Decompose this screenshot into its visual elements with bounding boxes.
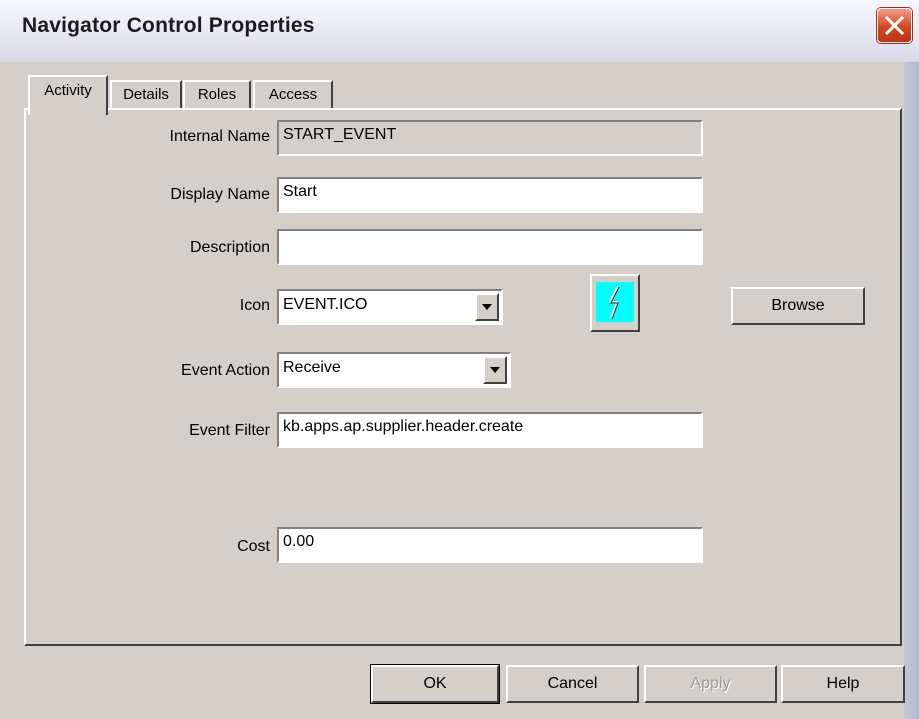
event-action-select-value: Receive [283, 359, 341, 376]
display-name-field[interactable]: Start [277, 177, 703, 213]
icon-select-value: EVENT.ICO [283, 296, 368, 313]
description-label: Description [189, 239, 270, 256]
browse-button[interactable]: Browse [731, 287, 865, 325]
cost-label: Cost [237, 538, 270, 555]
icon-preview [590, 274, 640, 332]
tab-details-label: Details [123, 86, 169, 103]
icon-select-dropdown-button[interactable] [475, 293, 499, 321]
event-filter-label: Event Filter [189, 422, 270, 439]
chevron-down-icon [482, 304, 492, 310]
event-action-label: Event Action [181, 362, 270, 379]
tab-roles[interactable]: Roles [183, 80, 251, 110]
tab-roles-label: Roles [197, 86, 237, 103]
icon-label: Icon [239, 297, 270, 314]
event-filter-field[interactable]: kb.apps.ap.supplier.header.create [277, 412, 703, 448]
apply-button: Apply [644, 665, 777, 703]
window-border [904, 62, 919, 719]
tab-activity[interactable]: Activity [28, 75, 108, 115]
tab-access-label: Access [268, 86, 318, 103]
internal-name-field: START_EVENT [277, 120, 703, 156]
chevron-down-icon [490, 367, 500, 373]
cost-field[interactable]: 0.00 [277, 527, 703, 563]
event-action-dropdown-button[interactable] [483, 356, 507, 384]
close-icon [885, 16, 904, 35]
event-action-select[interactable]: Receive [277, 352, 511, 388]
cancel-button[interactable]: Cancel [506, 665, 639, 703]
lightning-icon [596, 282, 634, 322]
window-title: Navigator Control Properties [22, 14, 315, 37]
tab-details[interactable]: Details [110, 80, 182, 110]
internal-name-label: Internal Name [169, 128, 271, 145]
description-field[interactable] [277, 229, 703, 265]
icon-select[interactable]: EVENT.ICO [277, 289, 503, 325]
help-button[interactable]: Help [781, 665, 905, 703]
display-name-label: Display Name [170, 186, 270, 203]
close-button[interactable] [877, 8, 912, 43]
tab-access[interactable]: Access [253, 80, 333, 110]
tab-activity-label: Activity [44, 82, 92, 99]
title-bar[interactable]: Navigator Control Properties [0, 0, 919, 62]
ok-button[interactable]: OK [371, 665, 499, 703]
